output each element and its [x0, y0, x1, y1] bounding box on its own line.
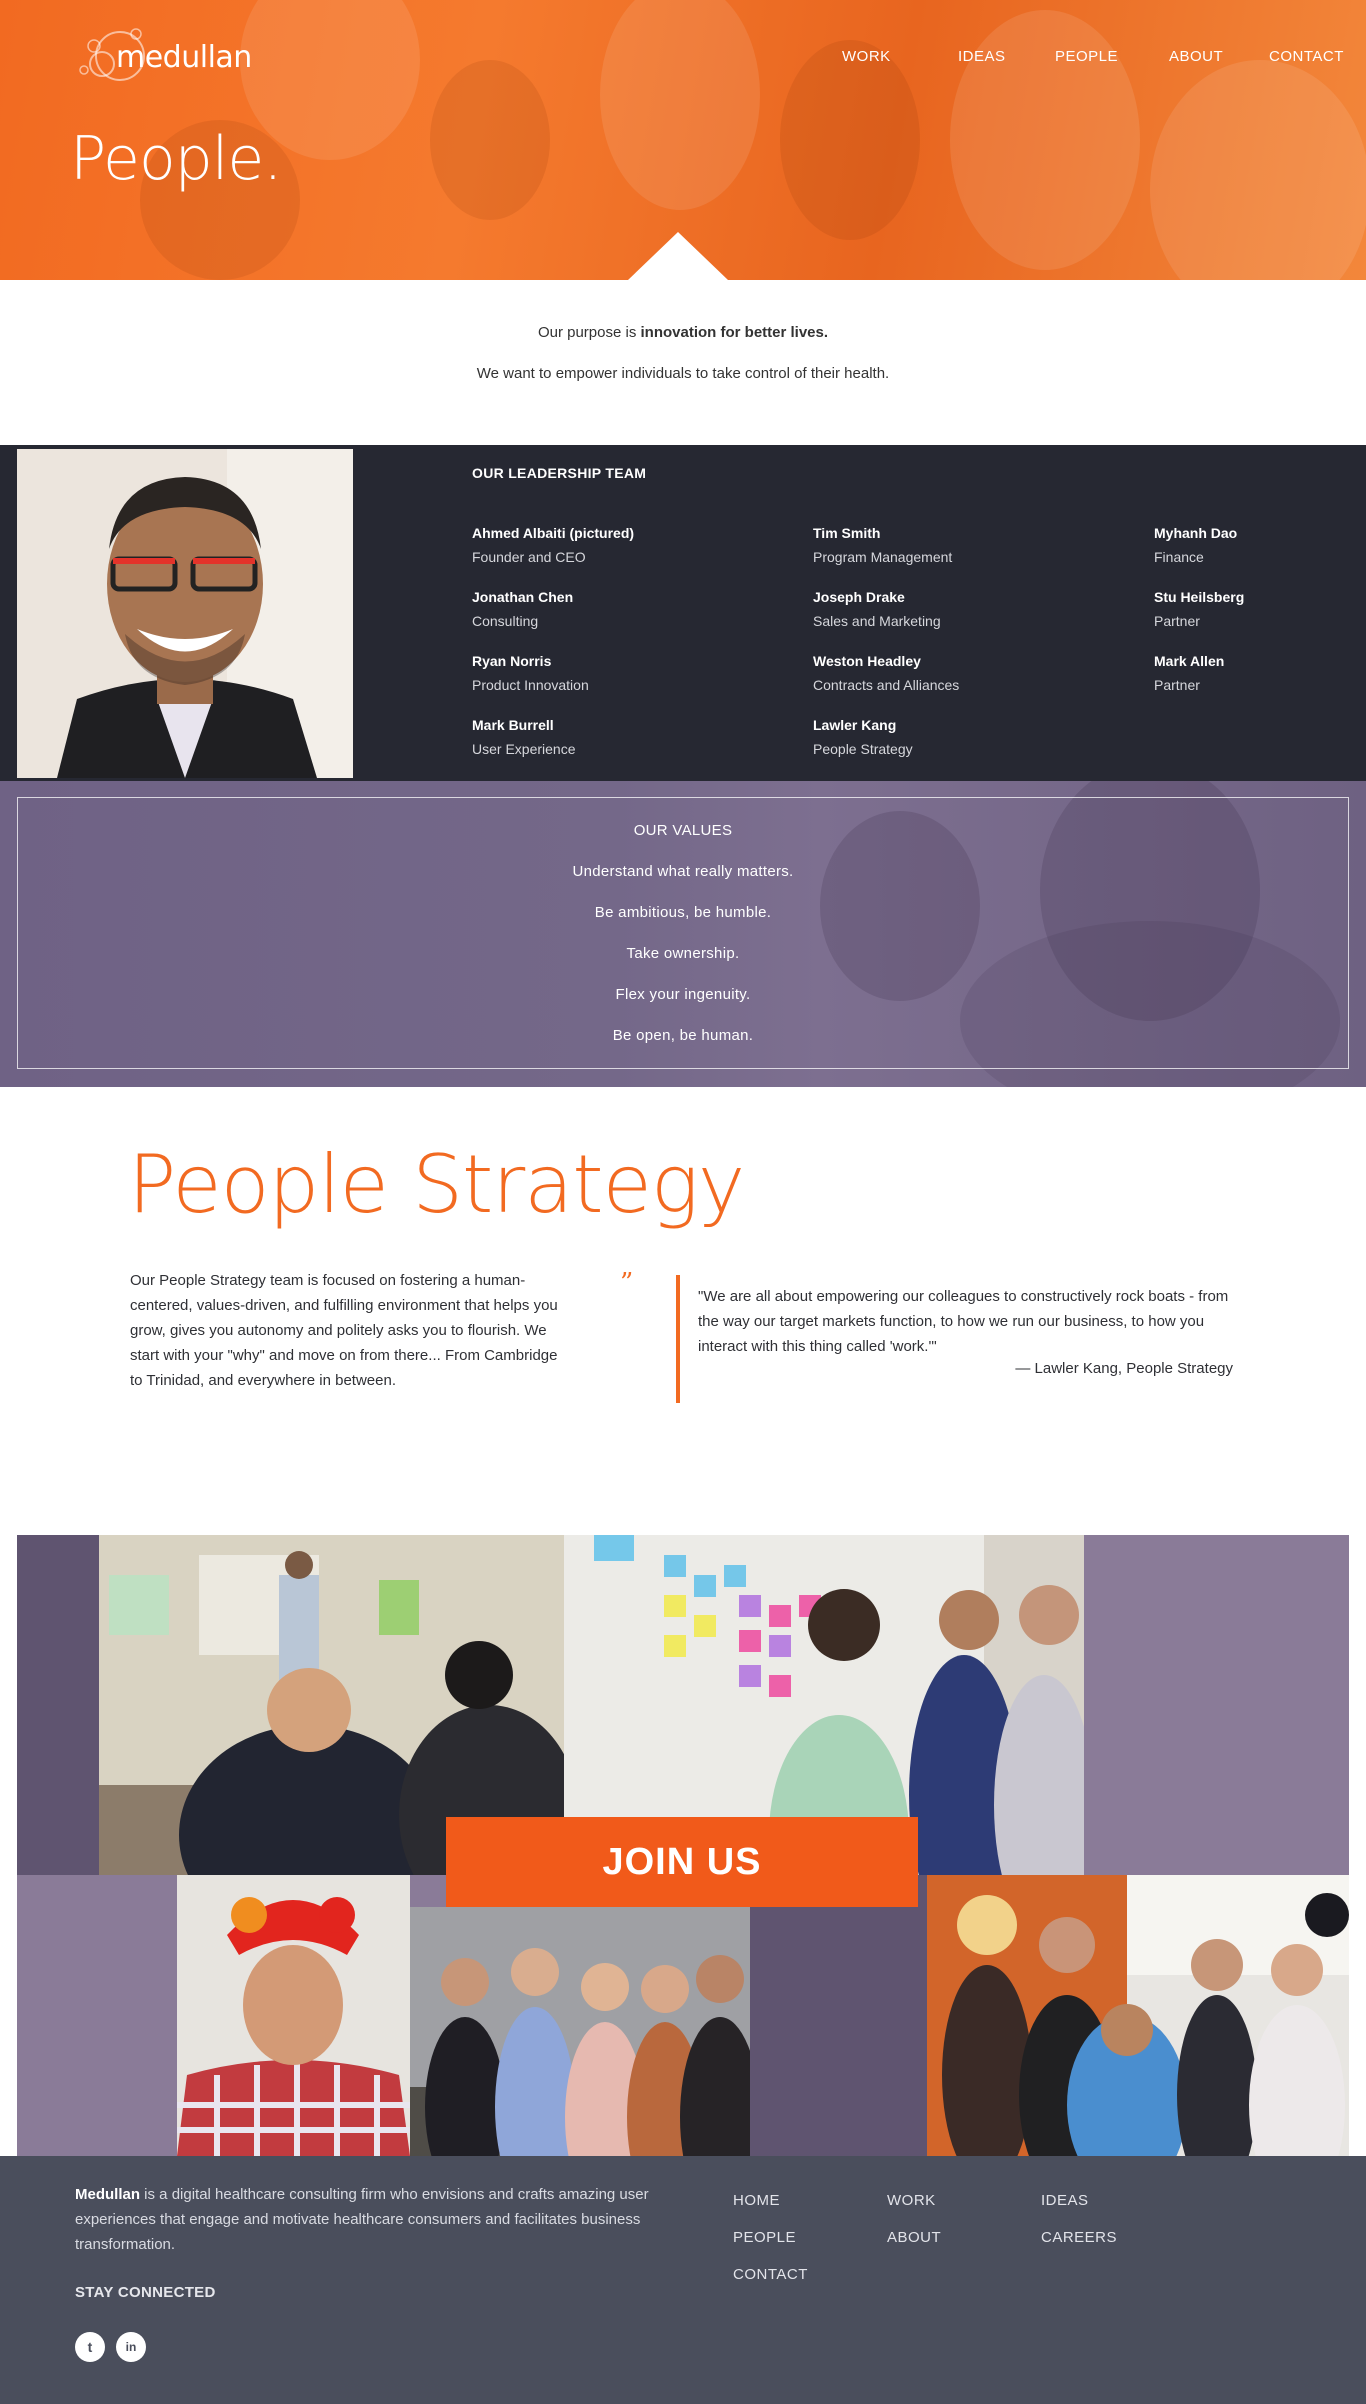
footer-link-contact[interactable]: CONTACT — [733, 2266, 808, 2283]
leader-name: Myhanh Dao — [1154, 525, 1238, 541]
group-photo-image — [410, 1907, 750, 2156]
join-us-collage: JOIN US — [0, 1535, 1366, 2156]
values-section: OUR VALUES Understand what really matter… — [0, 781, 1366, 1087]
values-box: OUR VALUES Understand what really matter… — [17, 797, 1349, 1069]
collage-block — [1084, 1535, 1349, 1875]
value-item: Take ownership. — [626, 945, 740, 962]
portrait-photo-image — [17, 449, 353, 778]
leader-name: Lawler Kang — [813, 717, 897, 733]
leader-card: Mark Allen Partner — [1154, 653, 1354, 693]
leader-role: Sales and Marketing — [813, 613, 941, 629]
leadership-section: OUR LEADERSHIP TEAM Ahmed Albaiti (pictu… — [0, 445, 1366, 781]
footer-link-home[interactable]: HOME — [733, 2192, 780, 2209]
leader-card: Ryan Norris Product Innovation — [472, 653, 792, 693]
nav-contact[interactable]: CONTACT — [1269, 48, 1344, 65]
leader-portrait — [17, 449, 353, 778]
join-us-button[interactable]: JOIN US — [446, 1817, 918, 1907]
logo[interactable]: medullan — [74, 22, 252, 92]
quote-bar — [676, 1275, 680, 1403]
footer-about: Medullan is a digital healthcare consult… — [75, 2182, 665, 2257]
leader-role: Partner — [1154, 613, 1200, 629]
hero-photo-figure — [600, 0, 760, 210]
quote-attribution: — Lawler Kang, People Strategy — [1015, 1360, 1233, 1377]
leader-card: Tim Smith Program Management — [813, 525, 1133, 565]
collage-block — [17, 1535, 99, 1875]
footer-link-careers[interactable]: CAREERS — [1041, 2229, 1117, 2246]
leadership-title: OUR LEADERSHIP TEAM — [472, 465, 647, 481]
people-strategy-body: Our People Strategy team is focused on f… — [130, 1272, 558, 1389]
purpose-highlight: innovation for better lives. — [640, 324, 829, 341]
leader-card: Jonathan Chen Consulting — [472, 589, 792, 629]
page-title: People. — [70, 124, 282, 194]
footer-brand: Medullan — [75, 2186, 141, 2203]
collage-block — [750, 1875, 927, 2156]
purpose-prefix: Our purpose is — [537, 324, 641, 341]
leader-role: Consulting — [472, 613, 539, 629]
nav-work[interactable]: WORK — [842, 48, 891, 65]
footer-link-work[interactable]: WORK — [887, 2192, 936, 2209]
hero-photo-figure — [780, 40, 920, 240]
leader-card: Weston Headley Contracts and Alliances — [813, 653, 1133, 693]
nav-people[interactable]: PEOPLE — [1055, 48, 1118, 65]
footer-description: is a digital healthcare consulting firm … — [75, 2186, 649, 2253]
hat-photo-image — [177, 1875, 410, 2156]
footer-link-people[interactable]: PEOPLE — [733, 2229, 796, 2246]
purpose-subline: We want to empower individuals to take c… — [476, 365, 890, 382]
leader-role: People Strategy — [813, 741, 913, 757]
leader-role: Partner — [1154, 677, 1200, 693]
leader-name: Stu Heilsberg — [1154, 589, 1245, 605]
hero-photo-figure — [430, 60, 550, 220]
leader-role: Product Innovation — [472, 677, 589, 693]
quote-mark-icon: ” — [620, 1268, 634, 1298]
leader-name: Mark Allen — [1154, 653, 1225, 669]
footer-link-ideas[interactable]: IDEAS — [1041, 2192, 1089, 2209]
hero-photo-figure — [1150, 60, 1366, 280]
leader-role: Founder and CEO — [472, 549, 586, 565]
purpose-section: Our purpose is innovation for better liv… — [0, 280, 1366, 445]
people-strategy-title: People Strategy — [128, 1138, 745, 1231]
hero-banner: medullan WORK IDEAS PEOPLE ABOUT CONTACT… — [0, 0, 1366, 280]
leader-card: Stu Heilsberg Partner — [1154, 589, 1354, 629]
leader-card: Joseph Drake Sales and Marketing — [813, 589, 1133, 629]
leader-name: Joseph Drake — [813, 589, 905, 605]
linkedin-icon[interactable]: in — [116, 2332, 146, 2362]
leader-name: Ryan Norris — [472, 653, 552, 669]
value-item: Be open, be human. — [612, 1027, 754, 1044]
collage-block — [17, 1875, 177, 2156]
leader-card: Lawler Kang People Strategy — [813, 717, 1133, 757]
footer: Medullan is a digital healthcare consult… — [0, 2156, 1366, 2404]
leader-card: Myhanh Dao Finance — [1154, 525, 1354, 565]
leader-card: Mark Burrell User Experience — [472, 717, 792, 757]
values-title: OUR VALUES — [633, 822, 733, 839]
value-item: Understand what really matters. — [572, 863, 794, 880]
footer-link-about[interactable]: ABOUT — [887, 2229, 941, 2246]
nav-about[interactable]: ABOUT — [1169, 48, 1223, 65]
logo-wordmark: medullan — [116, 40, 252, 75]
nav-ideas[interactable]: IDEAS — [958, 48, 1006, 65]
stay-connected-label: STAY CONNECTED — [75, 2284, 216, 2301]
hero-notch — [628, 232, 728, 280]
pull-quote: "We are all about empowering our colleag… — [698, 1288, 1229, 1355]
leader-name: Mark Burrell — [472, 717, 554, 733]
value-item: Be ambitious, be humble. — [594, 904, 772, 921]
leader-role: Finance — [1154, 549, 1204, 565]
leader-role: Program Management — [813, 549, 953, 565]
leader-card: Ahmed Albaiti (pictured) Founder and CEO — [472, 525, 792, 565]
costume-photo-image — [927, 1875, 1349, 2156]
leader-role: User Experience — [472, 741, 576, 757]
leader-name: Jonathan Chen — [472, 589, 574, 605]
leader-name: Tim Smith — [813, 525, 881, 541]
purpose-line: Our purpose is innovation for better liv… — [0, 324, 1366, 341]
leader-name: Weston Headley — [813, 653, 921, 669]
leader-name: Ahmed Albaiti (pictured) — [472, 525, 635, 541]
twitter-icon[interactable]: t — [75, 2332, 105, 2362]
value-item: Flex your ingenuity. — [615, 986, 751, 1003]
leader-role: Contracts and Alliances — [813, 677, 960, 693]
